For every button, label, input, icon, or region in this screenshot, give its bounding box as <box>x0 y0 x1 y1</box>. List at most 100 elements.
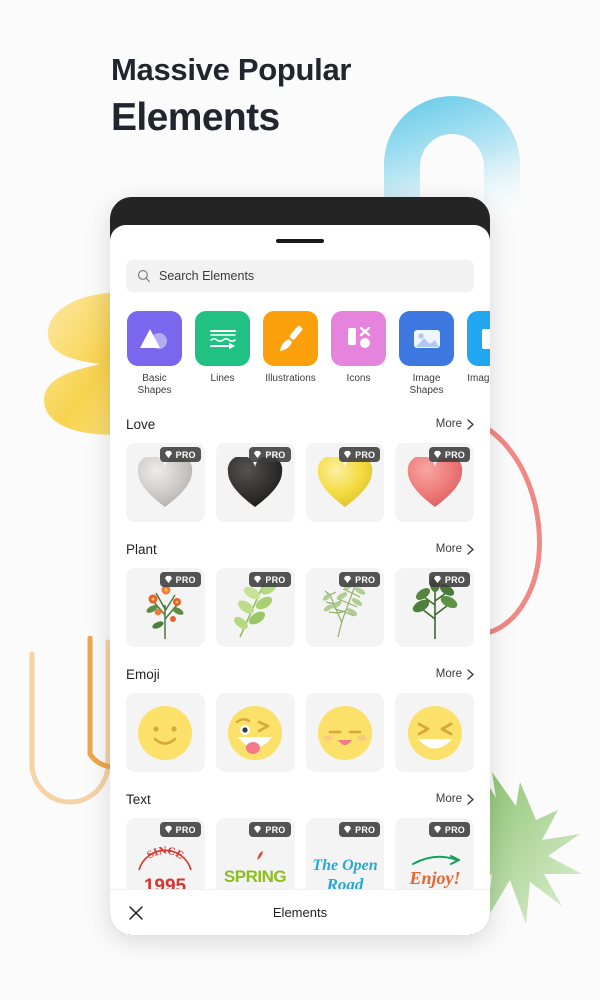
heart-icon <box>227 456 283 507</box>
category-icons[interactable]: Icons <box>331 311 386 397</box>
element-heart-silver[interactable]: PRO <box>126 443 205 522</box>
element-text-the-open-road[interactable]: The Open Road PRO <box>305 818 385 897</box>
pro-badge: PRO <box>428 572 470 587</box>
category-label: Lines <box>210 373 235 384</box>
image-grids-tile[interactable] <box>467 311 490 366</box>
section-title: Text <box>126 791 151 807</box>
category-label: Basic Shapes <box>137 373 172 396</box>
pro-badge: PRO <box>159 447 201 462</box>
category-basic-shapes[interactable]: Basic Shapes <box>127 311 182 397</box>
section-header: Emoji More <box>126 664 474 684</box>
section-title: Plant <box>126 541 157 557</box>
section-emoji: Emoji More <box>126 664 474 772</box>
pro-badge: PRO <box>159 572 201 587</box>
svg-text:SINCE: SINCE <box>145 844 186 861</box>
section-header: Love More <box>126 414 474 434</box>
diamond-icon <box>433 575 441 584</box>
category-image-grids[interactable]: Image Grids <box>467 311 490 397</box>
image-shapes-icon <box>413 329 440 348</box>
bottom-bar: Elements <box>110 889 490 935</box>
pro-badge: PRO <box>159 822 201 837</box>
headline-line-2: Elements <box>111 95 280 139</box>
emoji-icon <box>138 705 193 760</box>
pro-badge: PRO <box>249 572 291 587</box>
emoji-icon <box>228 705 283 760</box>
section-title: Emoji <box>126 666 160 682</box>
element-text-since-1995[interactable]: SINCE 1995 PRO <box>126 818 205 897</box>
drag-handle[interactable] <box>276 239 324 243</box>
element-emoji-squint-laugh[interactable] <box>395 693 474 772</box>
diamond-icon <box>433 450 441 459</box>
element-text-enjoy[interactable]: Enjoy! PRO <box>395 818 474 897</box>
pro-label: PRO <box>444 449 465 460</box>
close-icon[interactable] <box>128 905 144 921</box>
pro-label: PRO <box>355 449 376 460</box>
text-art-label: The Open <box>312 857 377 874</box>
diamond-icon <box>164 450 172 459</box>
text-art-label: Enjoy! <box>408 868 460 888</box>
element-heart-coral[interactable]: PRO <box>395 443 474 522</box>
pro-badge: PRO <box>428 822 470 837</box>
element-plant-dark-sprig[interactable]: PRO <box>395 568 474 647</box>
image-grids-icon <box>481 328 490 349</box>
element-plant-fern[interactable]: PRO <box>305 568 385 647</box>
lines-icon <box>209 329 236 349</box>
chevron-right-icon <box>467 793 474 805</box>
diamond-icon <box>344 575 352 584</box>
more-label: More <box>435 668 462 680</box>
pro-badge: PRO <box>249 447 291 462</box>
page-title: Massive Popular Elements <box>111 52 531 141</box>
element-text-spring[interactable]: SPRING PRO <box>215 818 295 897</box>
more-link-love[interactable]: More <box>436 418 474 430</box>
element-heart-yellow[interactable]: PRO <box>305 443 385 522</box>
pro-label: PRO <box>265 574 286 585</box>
search-input[interactable]: Search Elements <box>126 260 474 292</box>
element-plant-orange-flowers[interactable]: PRO <box>126 568 205 647</box>
search-icon <box>138 270 150 283</box>
element-heart-black[interactable]: PRO <box>215 443 295 522</box>
chevron-right-icon <box>467 543 474 555</box>
pro-label: PRO <box>175 824 196 835</box>
category-label: Image Shapes <box>409 373 444 396</box>
section-title: Love <box>126 416 156 432</box>
pro-badge: PRO <box>249 822 291 837</box>
category-row[interactable]: Basic Shapes Lines Illustrations Icons I… <box>127 311 490 397</box>
basic-shapes-tile[interactable] <box>127 311 182 366</box>
category-image-shapes[interactable]: Image Shapes <box>399 311 454 397</box>
category-lines[interactable]: Lines <box>195 311 250 397</box>
heart-icon <box>407 456 462 507</box>
text-art-label: SINCE <box>145 844 186 861</box>
headline-line-1: Massive Popular <box>111 52 352 87</box>
thumb-row-text: SINCE 1995 PRO SPRING PRO The Open Road … <box>126 818 474 897</box>
element-emoji-blush-closed-eyes[interactable] <box>305 693 385 772</box>
search-placeholder: Search Elements <box>159 269 255 283</box>
more-label: More <box>435 793 462 805</box>
pro-badge: PRO <box>339 447 381 462</box>
pro-label: PRO <box>355 574 376 585</box>
pro-label: PRO <box>355 824 376 835</box>
more-link-text[interactable]: More <box>436 793 474 805</box>
section-text: Text More SINCE 1995 PRO SPRING PRO The … <box>126 789 474 897</box>
thumb-row-love: PRO PRO PRO PRO <box>126 443 474 522</box>
thumb-row-plant: PRO PRO PRO PRO <box>126 568 474 647</box>
more-link-plant[interactable]: More <box>436 543 474 555</box>
more-link-emoji[interactable]: More <box>436 668 474 680</box>
category-illustrations[interactable]: Illustrations <box>263 311 318 397</box>
illustrations-tile[interactable] <box>263 311 318 366</box>
heart-icon <box>138 456 193 507</box>
heart-icon <box>317 456 373 507</box>
diamond-icon <box>344 825 352 834</box>
pro-badge: PRO <box>339 572 381 587</box>
emoji-icon <box>317 705 372 760</box>
image-shapes-tile[interactable] <box>399 311 454 366</box>
element-plant-light-leaves[interactable]: PRO <box>215 568 295 647</box>
element-emoji-smile[interactable] <box>126 693 205 772</box>
icons-tile[interactable] <box>331 311 386 366</box>
section-plant: Plant More PRO PRO PRO PRO <box>126 539 474 647</box>
category-label: Illustrations <box>265 373 316 384</box>
more-label: More <box>435 418 462 430</box>
element-emoji-wink-tongue[interactable] <box>215 693 295 772</box>
lines-tile[interactable] <box>195 311 250 366</box>
chevron-right-icon <box>467 418 474 430</box>
diamond-icon <box>254 825 262 834</box>
